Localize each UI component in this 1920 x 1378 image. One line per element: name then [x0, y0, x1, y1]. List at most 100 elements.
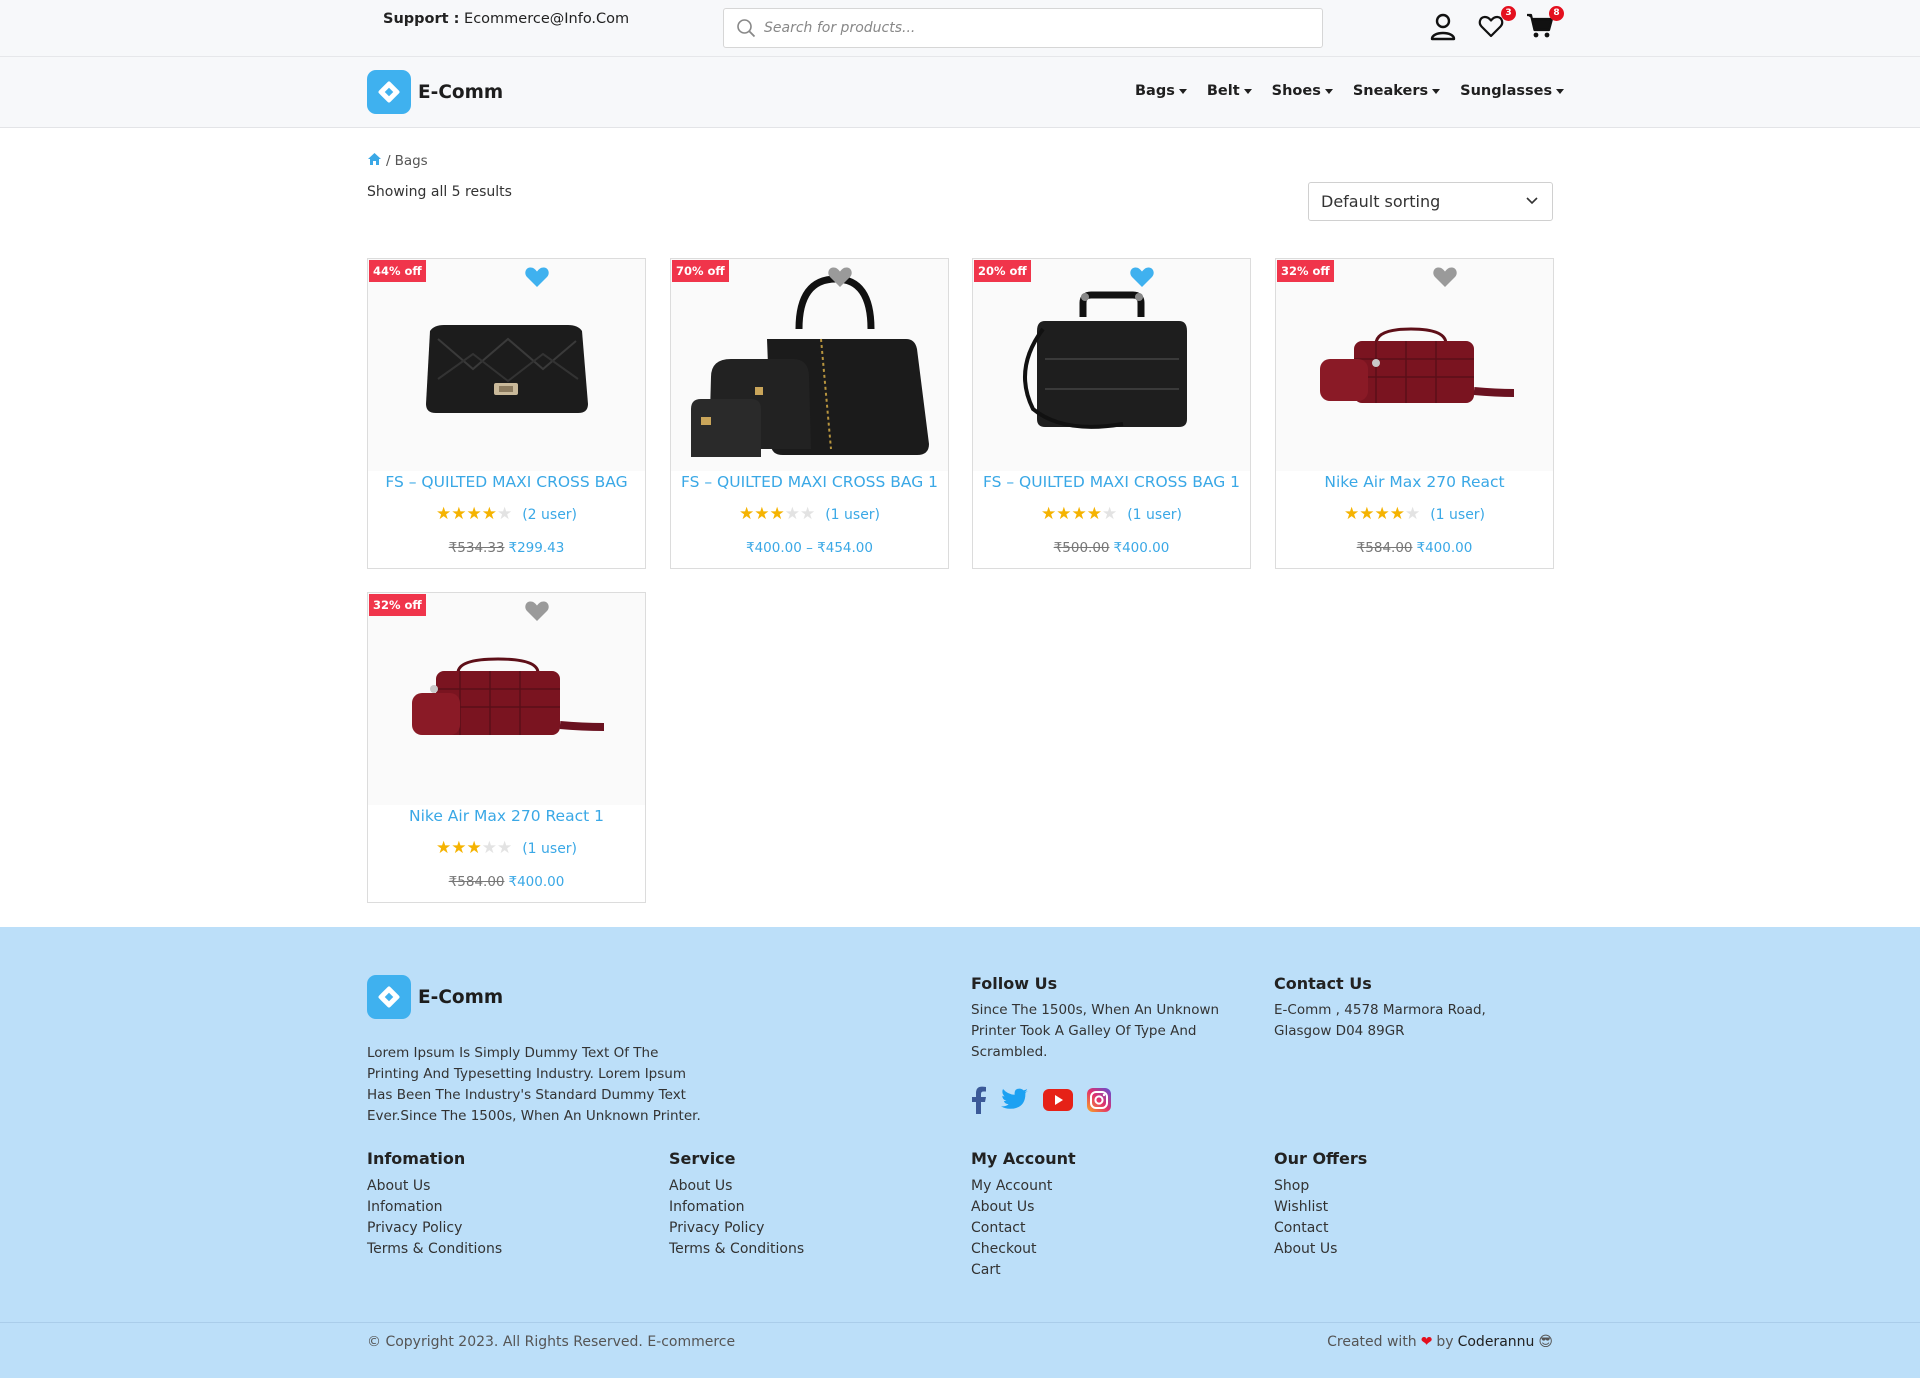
star-icon: ★: [496, 504, 513, 524]
footer-logo[interactable]: E-Comm: [367, 975, 503, 1019]
review-count[interactable]: (1 user): [1430, 507, 1485, 523]
review-count[interactable]: (2 user): [522, 507, 577, 523]
current-price: ₹400.00 – ₹454.00: [746, 540, 873, 556]
product-title[interactable]: FS – QUILTED MAXI CROSS BAG 1: [973, 473, 1250, 491]
current-price: ₹400.00: [1416, 540, 1473, 556]
footer-col-heading: Infomation: [367, 1149, 466, 1168]
home-icon[interactable]: [367, 152, 382, 170]
credit-by: by: [1436, 1334, 1454, 1350]
twitter-icon[interactable]: [1001, 1088, 1029, 1116]
nav-item-sneakers[interactable]: Sneakers: [1353, 83, 1441, 99]
footer-link[interactable]: Cart: [971, 1260, 1052, 1281]
breadcrumb-separator: /: [386, 153, 391, 169]
review-count[interactable]: (1 user): [1127, 507, 1182, 523]
sort-select[interactable]: Default sorting: [1308, 182, 1553, 221]
footer-link[interactable]: Shop: [1274, 1176, 1337, 1197]
footer-col-heading: My Account: [971, 1149, 1076, 1168]
star-icon: ★: [435, 838, 452, 858]
cart-button[interactable]: 8: [1526, 6, 1564, 43]
current-price: ₹400.00: [1113, 540, 1170, 556]
current-price: ₹400.00: [508, 874, 565, 890]
star-icon: ★: [784, 504, 800, 524]
star-icon: ★: [1086, 504, 1102, 524]
review-count[interactable]: (1 user): [522, 841, 577, 857]
product-title[interactable]: FS – QUILTED MAXI CROSS BAG: [368, 473, 645, 491]
wishlist-heart-icon[interactable]: [524, 599, 550, 627]
black-laptop-bag-image: [1023, 291, 1187, 429]
discount-badge: 32% off: [369, 594, 426, 616]
facebook-icon[interactable]: [971, 1086, 987, 1118]
footer-link[interactable]: Checkout: [971, 1239, 1052, 1260]
caret-down-icon: [1432, 88, 1441, 94]
star-icon: ★: [1374, 504, 1390, 524]
product-image[interactable]: 32% off: [1276, 259, 1553, 471]
footer-link[interactable]: Privacy Policy: [367, 1218, 502, 1239]
cart-count-badge: 8: [1549, 6, 1564, 21]
discount-badge: 70% off: [672, 260, 729, 282]
search-input[interactable]: [764, 9, 1304, 47]
logo-text: E-Comm: [418, 81, 504, 103]
product-title[interactable]: Nike Air Max 270 React 1: [368, 807, 645, 825]
product-image[interactable]: 32% off: [368, 593, 645, 805]
wishlist-heart-icon[interactable]: [1432, 265, 1458, 293]
support-label: Support :: [383, 11, 460, 27]
logo-text: E-Comm: [418, 986, 504, 1008]
product-image[interactable]: 70% off: [671, 259, 948, 471]
credit-author-link[interactable]: Coderannu: [1458, 1334, 1535, 1350]
nav-item-bags[interactable]: Bags: [1135, 83, 1187, 99]
product-title[interactable]: FS – QUILTED MAXI CROSS BAG 1: [671, 473, 948, 491]
footer-link[interactable]: Terms & Conditions: [367, 1239, 502, 1260]
wishlist-count-badge: 3: [1501, 6, 1516, 21]
discount-badge: 20% off: [974, 260, 1031, 282]
wishlist-heart-icon[interactable]: [524, 265, 550, 293]
review-count[interactable]: (1 user): [825, 507, 880, 523]
heart-icon: [1478, 15, 1504, 38]
footer-link[interactable]: About Us: [971, 1197, 1052, 1218]
product-card[interactable]: 20% off FS – QUILTED MAXI CROSS BAG 1 ★ ★…: [972, 258, 1251, 569]
product-card[interactable]: 44% off FS – QUILTED MAXI CROSS BAG ★ ★ ★ ★…: [367, 258, 646, 569]
footer-divider: [0, 1322, 1920, 1323]
footer-link[interactable]: About Us: [367, 1176, 502, 1197]
contact-address: E-Comm , 4578 Marmora Road, Glasgow D04 …: [1274, 1002, 1486, 1039]
product-image[interactable]: 20% off: [973, 259, 1250, 471]
footer-link[interactable]: Terms & Conditions: [669, 1239, 804, 1260]
user-account-button[interactable]: [1430, 13, 1460, 43]
wishlist-heart-icon[interactable]: [827, 265, 853, 293]
product-card[interactable]: 32% off Nike Air Max 270 React ★ ★ ★ ★ ★ (1 …: [1275, 258, 1554, 569]
search-box[interactable]: [723, 8, 1323, 48]
footer-link[interactable]: Infomation: [367, 1197, 502, 1218]
follow-us-text: Since The 1500s, When An Unknown Printer…: [971, 1002, 1220, 1060]
product-card[interactable]: 70% off FS – QUILTED MAXI CROSS BAG 1 ★ ★…: [670, 258, 949, 569]
site-logo[interactable]: E-Comm: [367, 70, 503, 114]
breadcrumb-current: Bags: [394, 153, 428, 169]
category-menu: Bags Belt Shoes Sneakers Sunglasses: [1135, 83, 1584, 99]
product-price: ₹584.00 ₹400.00: [1276, 540, 1553, 556]
product-image[interactable]: 44% off: [368, 259, 645, 471]
footer-link[interactable]: Contact: [1274, 1218, 1337, 1239]
star-icon: ★: [1389, 504, 1405, 524]
footer-link[interactable]: Privacy Policy: [669, 1218, 804, 1239]
wishlist-button[interactable]: 3: [1478, 6, 1516, 43]
wishlist-heart-icon[interactable]: [1129, 265, 1155, 293]
product-price: ₹400.00 – ₹454.00: [671, 540, 948, 556]
old-price: ₹500.00: [1053, 540, 1110, 556]
footer-link[interactable]: About Us: [1274, 1239, 1337, 1260]
instagram-icon[interactable]: [1087, 1088, 1111, 1116]
footer-link[interactable]: Infomation: [669, 1197, 804, 1218]
product-title[interactable]: Nike Air Max 270 React: [1276, 473, 1553, 491]
nav-item-sunglasses[interactable]: Sunglasses: [1460, 83, 1565, 99]
star-icon: ★: [1040, 504, 1057, 524]
footer-link[interactable]: Contact: [971, 1218, 1052, 1239]
product-rating: ★ ★ ★ ★ ★ (2 user): [368, 506, 645, 523]
footer-link[interactable]: My Account: [971, 1176, 1052, 1197]
support-email[interactable]: Ecommerce@Info.Com: [464, 11, 629, 27]
footer-link[interactable]: Wishlist: [1274, 1197, 1337, 1218]
footer-link[interactable]: About Us: [669, 1176, 804, 1197]
product-card[interactable]: 32% off Nike Air Max 270 React 1 ★ ★ ★ ★ ★ (…: [367, 592, 646, 903]
nav-item-belt[interactable]: Belt: [1207, 83, 1252, 99]
nav-item-shoes[interactable]: Shoes: [1272, 83, 1333, 99]
nav-label: Shoes: [1271, 83, 1321, 99]
youtube-icon[interactable]: [1043, 1089, 1073, 1115]
support-info: Support : Ecommerce@Info.Com: [383, 11, 629, 27]
product-price: ₹584.00 ₹400.00: [368, 874, 645, 890]
